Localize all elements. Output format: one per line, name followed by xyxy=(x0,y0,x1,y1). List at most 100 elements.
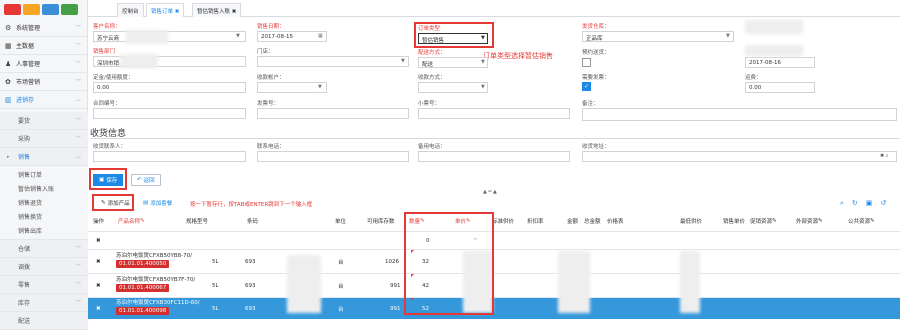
chevron-down-icon[interactable]: ▼ xyxy=(726,33,730,39)
store-input[interactable] xyxy=(257,56,409,67)
col-sale-price: 销售单价 xyxy=(723,219,746,225)
qty-cell[interactable]: 42 xyxy=(422,274,429,298)
customer-input[interactable]: 苏宁云商 xyxy=(93,31,246,42)
col-price[interactable]: 单价 ✎ xyxy=(453,211,471,231)
store-label: 门店： xyxy=(257,49,274,55)
sidebar-item-stock[interactable]: 库存 ﹀ xyxy=(0,294,88,312)
col-public[interactable]: 公共资源 ✎ xyxy=(846,211,875,231)
expect-date-input[interactable]: 2017-08-16 xyxy=(745,57,815,68)
sidebar-item-retail[interactable]: 零售 ﹀ xyxy=(0,276,88,294)
delete-icon[interactable]: ✖ xyxy=(96,232,101,250)
tab-consign[interactable]: 暂估销售入账 ✖ xyxy=(192,3,242,17)
chevron-down-icon[interactable]: ▼ xyxy=(401,58,405,64)
close-icon[interactable]: ✖ xyxy=(175,9,180,15)
invoice-input[interactable] xyxy=(257,108,409,119)
receiver-select[interactable] xyxy=(257,82,327,93)
spec-cell: 5L xyxy=(212,259,219,265)
collapse-handle[interactable]: ▲ ═ ▲ xyxy=(483,189,497,195)
sidebar-item-label: 仓储 xyxy=(18,246,31,253)
product-name-cell[interactable]: 苏泊尔电饭煲CFXB50YB7F-70/01.01.01.400067 xyxy=(116,276,195,292)
expect-checkbox[interactable] xyxy=(582,58,591,67)
chevron-down-icon[interactable]: ▼ xyxy=(481,84,485,90)
back-button[interactable]: ↶ 返回 xyxy=(131,174,161,186)
search-icon[interactable]: ⌕ xyxy=(840,199,852,207)
col-promo[interactable]: 促销资源 ✎ xyxy=(748,211,777,231)
table-row[interactable]: ✖ 0 ^ xyxy=(88,231,900,249)
sidebar-item-outbound[interactable]: 销售出库 xyxy=(0,222,88,240)
table-row[interactable]: ✖ 苏泊尔电饭煲CFXB50YB7F-70/01.01.01.400067 5L… xyxy=(88,273,900,297)
undo-icon[interactable]: ↺ xyxy=(880,199,894,207)
warehouse-label: 发货仓库： xyxy=(582,24,610,30)
refresh-icon[interactable]: ↻ xyxy=(852,199,866,207)
sidebar-item-warehouse[interactable]: 仓储 ﹀ xyxy=(0,240,88,258)
col-std-price: 标准供价 xyxy=(492,219,515,225)
col-external[interactable]: 外部资源 ✎ xyxy=(794,211,823,231)
calendar-icon[interactable]: ▦ xyxy=(318,33,323,39)
blurred-region xyxy=(745,45,803,56)
col-qty[interactable]: 数量 ✎ xyxy=(407,211,425,231)
sidebar-item-inventory[interactable]: ▥ 进销存 ︿ xyxy=(0,91,88,109)
chevron-down-icon[interactable]: ▼ xyxy=(318,84,322,90)
date-input[interactable]: 2017-08-15 xyxy=(257,31,327,42)
mobile-input[interactable] xyxy=(418,151,570,162)
blurred-region xyxy=(680,251,700,313)
contact-input[interactable] xyxy=(93,151,246,162)
qty-cell[interactable]: 0 xyxy=(426,232,430,250)
table-row-selected[interactable]: ✖ 苏泊尔电饭煲CFXB30FC11D-60/01.01.01.400098 5… xyxy=(88,297,900,319)
phone-input[interactable] xyxy=(257,151,409,162)
need-invoice-checkbox[interactable]: ✓ xyxy=(582,82,591,91)
add-set-label: 添加套餐 xyxy=(150,201,173,207)
ship-select[interactable]: 配送 xyxy=(418,57,488,68)
sidebar-item-system[interactable]: ⚙ 系统管理 ﹀ xyxy=(0,19,88,37)
chevron-down-icon: ﹀ xyxy=(75,118,81,124)
toolbar-apps-icon[interactable] xyxy=(4,4,21,15)
delete-icon[interactable]: ✖ xyxy=(96,298,101,320)
add-product-button[interactable]: ✎ 添加产品 xyxy=(96,197,135,209)
col-name[interactable]: 产品名称 ✎ xyxy=(116,211,145,231)
delete-icon[interactable]: ✖ xyxy=(96,274,101,298)
address-input[interactable] xyxy=(582,151,897,162)
blurred-region xyxy=(287,255,321,313)
table-row[interactable]: ✖ 苏泊尔电饭煲CFXB50YB8-70/01.01.01.400050 5L … xyxy=(88,249,900,273)
product-name-cell[interactable]: 苏泊尔电饭煲CFXB30FC11D-60/01.01.01.400098 xyxy=(116,299,200,315)
product-name-cell[interactable]: 苏泊尔电饭煲CFXB50YB8-70/01.01.01.400050 xyxy=(116,252,192,268)
sidebar-item-purchase[interactable]: 采购 ﹀ xyxy=(0,130,88,148)
deposit-input[interactable]: 0.00 xyxy=(93,82,246,93)
qty-cell[interactable]: 32 xyxy=(422,250,429,274)
toolbar-pencil-icon[interactable] xyxy=(23,4,40,15)
clear-icon[interactable]: ✖ ⌕ xyxy=(880,153,889,159)
export-icon[interactable]: ▣ xyxy=(866,199,881,207)
payway-select[interactable] xyxy=(418,82,488,93)
tab-console[interactable]: 控制台 xyxy=(117,3,144,17)
delete-icon[interactable]: ✖ xyxy=(96,250,101,274)
sidebar-item-hr[interactable]: ♟ 人事管理 ﹀ xyxy=(0,55,88,73)
sidebar: ⚙ 系统管理 ﹀ ▦ 主数据 ﹀ ♟ 人事管理 ﹀ ✿ 市场营销 ﹀ ▥ 进销存 ︿ 要货 ﹀ 采购 ﹀… xyxy=(0,0,88,330)
contract-input[interactable] xyxy=(93,108,246,119)
chevron-down-icon[interactable]: ▼ xyxy=(236,33,240,39)
dept-input[interactable]: 深圳市销 xyxy=(93,56,246,67)
save-button[interactable]: ▣ 保存 xyxy=(93,174,124,186)
toolbar-user-icon[interactable] xyxy=(42,4,59,15)
freight-input[interactable]: 0.00 xyxy=(745,82,815,93)
package-icon: ▤ xyxy=(143,200,149,206)
sidebar-item-transfer[interactable]: 调拨 ﹀ xyxy=(0,258,88,276)
chevron-down-icon[interactable]: ▼ xyxy=(481,59,485,65)
sidebar-item-sales[interactable]: ▸ 销售 ︿ xyxy=(0,148,88,166)
remark-input[interactable] xyxy=(582,108,897,121)
barcode-cell: 693 xyxy=(245,259,256,265)
chevron-down-icon[interactable]: ▼ xyxy=(481,35,485,41)
smallno-input[interactable] xyxy=(418,108,570,119)
sidebar-item-marketing[interactable]: ✿ 市场营销 ﹀ xyxy=(0,73,88,91)
dept-label: 销售部门 xyxy=(93,49,116,55)
warehouse-select[interactable]: 正品库 xyxy=(582,31,734,42)
qty-cell[interactable]: 52 xyxy=(422,298,429,320)
sidebar-item-label: 销售订单 xyxy=(18,172,43,179)
back-icon: ↶ xyxy=(137,177,142,183)
tab-sales-order[interactable]: 销售订单 ✖ xyxy=(146,3,185,17)
close-icon[interactable]: ✖ xyxy=(232,9,237,15)
order-type-select[interactable]: 暂估销售 xyxy=(418,33,488,44)
sidebar-item-request[interactable]: 要货 ﹀ xyxy=(0,112,88,130)
add-set-button[interactable]: ▤ 添加套餐 xyxy=(138,197,178,209)
sidebar-item-master[interactable]: ▦ 主数据 ﹀ xyxy=(0,37,88,55)
toolbar-settings-icon[interactable] xyxy=(61,4,78,15)
